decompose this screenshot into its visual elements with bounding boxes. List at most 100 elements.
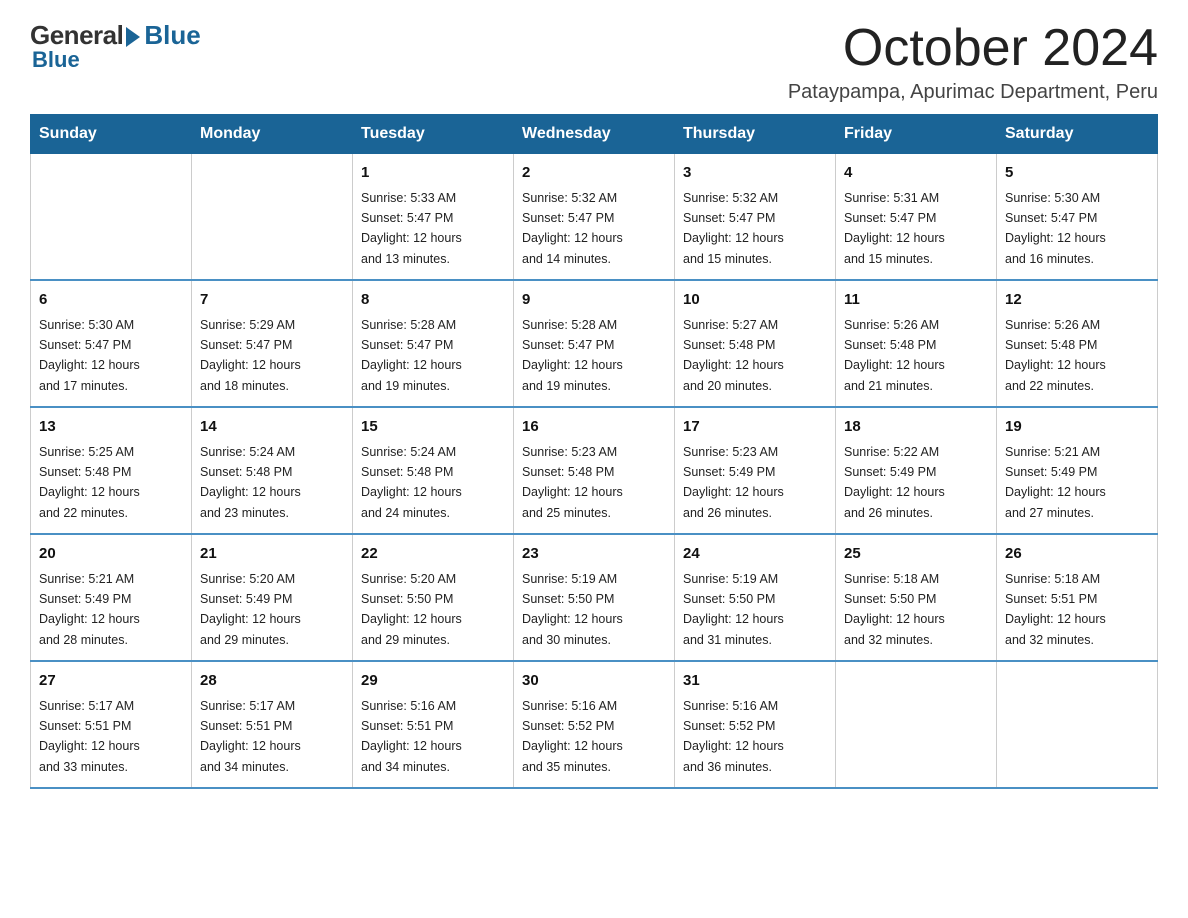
calendar-day-cell: 21Sunrise: 5:20 AMSunset: 5:49 PMDayligh… — [192, 534, 353, 661]
calendar-week-row: 6 Sunrise: 5:30 AMSunset: 5:47 PMDaylight… — [31, 280, 1158, 407]
day-number: 16 — [522, 416, 666, 439]
day-number: 11 — [844, 289, 988, 312]
day-info: Sunrise: 5:30 AMSunset: 5:47 PMDaylight:… — [39, 318, 140, 393]
calendar-weekday-header: Friday — [836, 115, 997, 154]
day-number: 7 — [200, 289, 344, 312]
calendar-week-row: 27 Sunrise: 5:17 AMSunset: 5:51 PMDayligh… — [31, 661, 1158, 788]
day-number: 19 — [1005, 416, 1149, 439]
day-info: Sunrise: 5:26 AMSunset: 5:48 PMDaylight:… — [1005, 318, 1106, 393]
calendar-day-cell: 20Sunrise: 5:21 AMSunset: 5:49 PMDayligh… — [31, 534, 192, 661]
day-info: Sunrise: 5:17 AMSunset: 5:51 PMDaylight:… — [39, 699, 140, 774]
day-info: Sunrise: 5:19 AMSunset: 5:50 PMDaylight:… — [683, 572, 784, 647]
logo: General Blue Blue — [30, 20, 201, 73]
day-info: Sunrise: 5:21 AMSunset: 5:49 PMDaylight:… — [1005, 445, 1106, 520]
title-block: October 2024 Pataypampa, Apurimac Depart… — [788, 20, 1158, 104]
day-number: 24 — [683, 543, 827, 566]
calendar-weekday-header: Sunday — [31, 115, 192, 154]
day-number: 1 — [361, 162, 505, 185]
calendar-week-row: 1 Sunrise: 5:33 AMSunset: 5:47 PMDaylight… — [31, 154, 1158, 281]
day-info: Sunrise: 5:28 AMSunset: 5:47 PMDaylight:… — [361, 318, 462, 393]
day-info: Sunrise: 5:27 AMSunset: 5:48 PMDaylight:… — [683, 318, 784, 393]
day-number: 31 — [683, 670, 827, 693]
day-number: 29 — [361, 670, 505, 693]
calendar-weekday-header: Thursday — [675, 115, 836, 154]
logo-triangle-icon — [126, 27, 140, 47]
header: General Blue Blue October 2024 Pataypamp… — [30, 20, 1158, 104]
day-number: 3 — [683, 162, 827, 185]
calendar-day-cell: 19 Sunrise: 5:21 AMSunset: 5:49 PMDayligh… — [997, 407, 1158, 534]
calendar-day-cell: 26 Sunrise: 5:18 AMSunset: 5:51 PMDayligh… — [997, 534, 1158, 661]
day-info: Sunrise: 5:19 AMSunset: 5:50 PMDaylight:… — [522, 572, 623, 647]
calendar-day-cell: 15Sunrise: 5:24 AMSunset: 5:48 PMDayligh… — [353, 407, 514, 534]
calendar-weekday-header: Wednesday — [514, 115, 675, 154]
day-info: Sunrise: 5:16 AMSunset: 5:51 PMDaylight:… — [361, 699, 462, 774]
calendar-day-cell: 7 Sunrise: 5:29 AMSunset: 5:47 PMDaylight… — [192, 280, 353, 407]
day-number: 23 — [522, 543, 666, 566]
day-number: 25 — [844, 543, 988, 566]
day-number: 10 — [683, 289, 827, 312]
calendar-day-cell: 22Sunrise: 5:20 AMSunset: 5:50 PMDayligh… — [353, 534, 514, 661]
day-info: Sunrise: 5:33 AMSunset: 5:47 PMDaylight:… — [361, 191, 462, 266]
day-info: Sunrise: 5:18 AMSunset: 5:51 PMDaylight:… — [1005, 572, 1106, 647]
calendar-day-cell — [997, 661, 1158, 788]
day-number: 28 — [200, 670, 344, 693]
calendar-day-cell: 3Sunrise: 5:32 AMSunset: 5:47 PMDaylight… — [675, 154, 836, 281]
calendar-day-cell: 27 Sunrise: 5:17 AMSunset: 5:51 PMDayligh… — [31, 661, 192, 788]
day-number: 2 — [522, 162, 666, 185]
calendar-day-cell: 24 Sunrise: 5:19 AMSunset: 5:50 PMDayligh… — [675, 534, 836, 661]
day-info: Sunrise: 5:29 AMSunset: 5:47 PMDaylight:… — [200, 318, 301, 393]
day-info: Sunrise: 5:23 AMSunset: 5:48 PMDaylight:… — [522, 445, 623, 520]
day-number: 13 — [39, 416, 183, 439]
calendar-day-cell: 2 Sunrise: 5:32 AMSunset: 5:47 PMDaylight… — [514, 154, 675, 281]
calendar-day-cell: 31 Sunrise: 5:16 AMSunset: 5:52 PMDayligh… — [675, 661, 836, 788]
day-info: Sunrise: 5:22 AMSunset: 5:49 PMDaylight:… — [844, 445, 945, 520]
day-info: Sunrise: 5:24 AMSunset: 5:48 PMDaylight:… — [200, 445, 301, 520]
calendar-day-cell — [836, 661, 997, 788]
calendar-weekday-header: Tuesday — [353, 115, 514, 154]
day-info: Sunrise: 5:20 AMSunset: 5:49 PMDaylight:… — [200, 572, 301, 647]
calendar-table: SundayMondayTuesdayWednesdayThursdayFrid… — [30, 114, 1158, 789]
calendar-day-cell: 6 Sunrise: 5:30 AMSunset: 5:47 PMDaylight… — [31, 280, 192, 407]
day-number: 12 — [1005, 289, 1149, 312]
day-info: Sunrise: 5:31 AMSunset: 5:47 PMDaylight:… — [844, 191, 945, 266]
location-title: Pataypampa, Apurimac Department, Peru — [788, 81, 1158, 104]
calendar-day-cell: 16 Sunrise: 5:23 AMSunset: 5:48 PMDayligh… — [514, 407, 675, 534]
calendar-day-cell: 13 Sunrise: 5:25 AMSunset: 5:48 PMDayligh… — [31, 407, 192, 534]
day-number: 20 — [39, 543, 183, 566]
day-info: Sunrise: 5:26 AMSunset: 5:48 PMDaylight:… — [844, 318, 945, 393]
day-info: Sunrise: 5:16 AMSunset: 5:52 PMDaylight:… — [683, 699, 784, 774]
day-number: 27 — [39, 670, 183, 693]
calendar-week-row: 13 Sunrise: 5:25 AMSunset: 5:48 PMDayligh… — [31, 407, 1158, 534]
day-number: 6 — [39, 289, 183, 312]
calendar-day-cell: 23 Sunrise: 5:19 AMSunset: 5:50 PMDayligh… — [514, 534, 675, 661]
day-number: 26 — [1005, 543, 1149, 566]
calendar-day-cell: 29 Sunrise: 5:16 AMSunset: 5:51 PMDayligh… — [353, 661, 514, 788]
day-number: 18 — [844, 416, 988, 439]
calendar-day-cell: 17Sunrise: 5:23 AMSunset: 5:49 PMDayligh… — [675, 407, 836, 534]
calendar-day-cell: 12 Sunrise: 5:26 AMSunset: 5:48 PMDayligh… — [997, 280, 1158, 407]
calendar-day-cell: 10 Sunrise: 5:27 AMSunset: 5:48 PMDayligh… — [675, 280, 836, 407]
calendar-day-cell: 5Sunrise: 5:30 AMSunset: 5:47 PMDaylight… — [997, 154, 1158, 281]
day-number: 22 — [361, 543, 505, 566]
calendar-week-row: 20Sunrise: 5:21 AMSunset: 5:49 PMDayligh… — [31, 534, 1158, 661]
calendar-header-row: SundayMondayTuesdayWednesdayThursdayFrid… — [31, 115, 1158, 154]
calendar-day-cell: 28 Sunrise: 5:17 AMSunset: 5:51 PMDayligh… — [192, 661, 353, 788]
day-info: Sunrise: 5:25 AMSunset: 5:48 PMDaylight:… — [39, 445, 140, 520]
calendar-day-cell: 11 Sunrise: 5:26 AMSunset: 5:48 PMDayligh… — [836, 280, 997, 407]
calendar-day-cell: 8Sunrise: 5:28 AMSunset: 5:47 PMDaylight… — [353, 280, 514, 407]
calendar-weekday-header: Saturday — [997, 115, 1158, 154]
calendar-weekday-header: Monday — [192, 115, 353, 154]
calendar-day-cell: 25 Sunrise: 5:18 AMSunset: 5:50 PMDayligh… — [836, 534, 997, 661]
calendar-day-cell: 18 Sunrise: 5:22 AMSunset: 5:49 PMDayligh… — [836, 407, 997, 534]
day-info: Sunrise: 5:23 AMSunset: 5:49 PMDaylight:… — [683, 445, 784, 520]
calendar-day-cell — [31, 154, 192, 281]
day-info: Sunrise: 5:32 AMSunset: 5:47 PMDaylight:… — [522, 191, 623, 266]
day-info: Sunrise: 5:18 AMSunset: 5:50 PMDaylight:… — [844, 572, 945, 647]
day-number: 30 — [522, 670, 666, 693]
day-number: 9 — [522, 289, 666, 312]
day-info: Sunrise: 5:16 AMSunset: 5:52 PMDaylight:… — [522, 699, 623, 774]
day-info: Sunrise: 5:17 AMSunset: 5:51 PMDaylight:… — [200, 699, 301, 774]
day-number: 4 — [844, 162, 988, 185]
day-info: Sunrise: 5:30 AMSunset: 5:47 PMDaylight:… — [1005, 191, 1106, 266]
calendar-day-cell: 9Sunrise: 5:28 AMSunset: 5:47 PMDaylight… — [514, 280, 675, 407]
